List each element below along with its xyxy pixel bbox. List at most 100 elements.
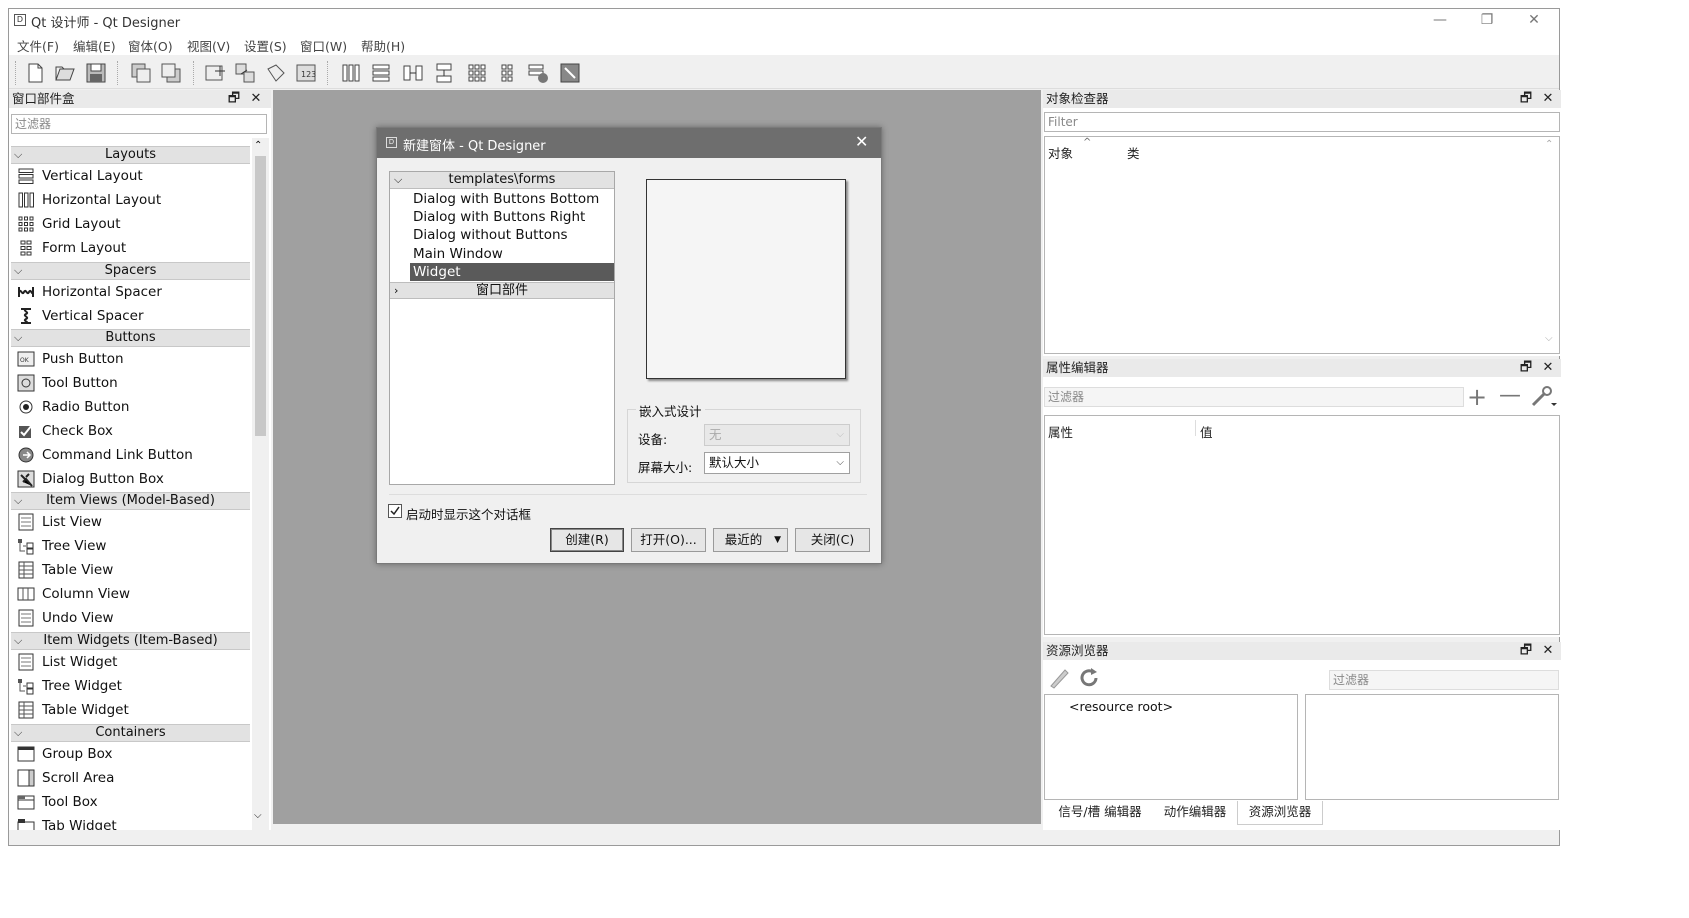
edit-buddies-icon[interactable] <box>264 61 288 85</box>
resource-tree[interactable]: <resource root> <box>1044 694 1298 800</box>
widget-tree-widget[interactable]: Tree Widget <box>11 674 250 698</box>
tab-signal-slot-editor[interactable]: 信号/槽 编辑器 <box>1047 801 1153 825</box>
category-containers[interactable]: ⌵ Containers <box>11 724 250 742</box>
close-button[interactable]: 关闭(C) <box>795 528 870 552</box>
widget-table-widget[interactable]: Table Widget <box>11 698 250 722</box>
send-to-back-icon[interactable] <box>129 61 153 85</box>
category-spacers[interactable]: ⌵ Spacers <box>11 262 250 280</box>
tab-action-editor[interactable]: 动作编辑器 <box>1153 801 1237 825</box>
menu-form[interactable]: 窗体(O) <box>128 36 173 55</box>
object-tree[interactable]: 对象 ^ 类 ⌃ ⌵ <box>1044 136 1560 354</box>
remove-property-icon[interactable]: — <box>1499 385 1525 409</box>
resource-root-item[interactable]: <resource root> <box>1069 699 1173 714</box>
widget-vertical-spacer[interactable]: Vertical Spacer <box>11 304 250 328</box>
column-value[interactable]: 值 <box>1200 422 1213 441</box>
reload-icon[interactable] <box>1077 666 1103 690</box>
bring-to-front-icon[interactable] <box>159 61 183 85</box>
scroll-up-icon[interactable]: ⌃ <box>254 140 262 151</box>
widget-radio-button[interactable]: Radio Button <box>11 395 250 419</box>
layout-form-icon[interactable] <box>496 61 520 85</box>
screen-size-select[interactable]: 默认大小 ⌵ <box>704 452 850 474</box>
resource-file-list[interactable] <box>1305 694 1559 800</box>
save-file-icon[interactable] <box>84 61 108 85</box>
widget-column-view[interactable]: Column View <box>11 582 250 606</box>
widget-form-layout[interactable]: Form Layout <box>11 236 250 260</box>
close-window-button[interactable]: ✕ <box>1519 11 1549 29</box>
recent-button[interactable]: 最近的 ▼ <box>713 528 788 552</box>
widget-push-button[interactable]: OK Push Button <box>11 347 250 371</box>
widget-command-link-button[interactable]: Command Link Button <box>11 443 250 467</box>
edit-signals-icon[interactable] <box>233 61 257 85</box>
close-dock-icon[interactable]: ✕ <box>1540 359 1556 377</box>
close-dock-icon[interactable]: ✕ <box>248 90 264 108</box>
widget-tab-widget[interactable]: Tab Widget <box>11 814 250 830</box>
scroll-up-icon[interactable]: ⌃ <box>1545 139 1553 150</box>
configure-wrench-icon[interactable] <box>1529 385 1557 409</box>
menu-file[interactable]: 文件(F) <box>17 36 59 55</box>
break-layout-icon[interactable] <box>526 61 550 85</box>
widget-filter-input[interactable]: 过滤器 <box>11 114 267 134</box>
open-file-icon[interactable] <box>53 61 77 85</box>
close-dock-icon[interactable]: ✕ <box>1540 90 1556 108</box>
template-dialog-without-buttons[interactable]: Dialog without Buttons <box>410 226 614 244</box>
widget-list-widget[interactable]: List Widget <box>11 650 250 674</box>
close-dock-icon[interactable]: ✕ <box>1540 642 1556 660</box>
menu-help[interactable]: 帮助(H) <box>361 36 405 55</box>
float-dock-icon[interactable]: 🗗 <box>1518 642 1534 660</box>
layout-grid-icon[interactable] <box>465 61 489 85</box>
new-file-icon[interactable] <box>23 61 47 85</box>
widget-table-view[interactable]: Table View <box>11 558 250 582</box>
menu-settings[interactable]: 设置(S) <box>244 36 287 55</box>
widget-horizontal-layout[interactable]: Horizontal Layout <box>11 188 250 212</box>
object-filter-input[interactable]: Filter <box>1044 112 1560 132</box>
widget-grid-layout[interactable]: Grid Layout <box>11 212 250 236</box>
scroll-down-icon[interactable]: ⌵ <box>254 810 262 821</box>
column-property[interactable]: 属性 <box>1048 422 1073 441</box>
template-main-window[interactable]: Main Window <box>410 245 614 263</box>
category-buttons[interactable]: ⌵ Buttons <box>11 329 250 347</box>
menu-window[interactable]: 窗口(W) <box>300 36 347 55</box>
column-class[interactable]: 类 <box>1127 143 1140 162</box>
scrollbar-thumb[interactable] <box>255 156 266 436</box>
layout-vertically-icon[interactable] <box>369 61 393 85</box>
show-on-startup-label[interactable]: 启动时显示这个对话框 <box>406 504 531 523</box>
widget-undo-view[interactable]: Undo View <box>11 606 250 630</box>
category-item-views[interactable]: ⌵ Item Views (Model-Based) <box>11 492 250 510</box>
property-filter-input[interactable]: 过滤器 <box>1044 387 1464 407</box>
create-button[interactable]: 创建(R) <box>550 528 624 552</box>
widget-vertical-layout[interactable]: Vertical Layout <box>11 164 250 188</box>
dialog-close-icon[interactable]: ✕ <box>855 132 868 151</box>
restore-button[interactable]: ❐ <box>1472 11 1502 29</box>
widget-check-box[interactable]: Check Box <box>11 419 250 443</box>
templates-forms-header[interactable]: ⌵ templates\forms <box>390 172 614 189</box>
resource-filter-input[interactable]: 过滤器 <box>1329 670 1559 690</box>
widget-list-view[interactable]: List View <box>11 510 250 534</box>
float-dock-icon[interactable]: 🗗 <box>1518 359 1534 377</box>
add-property-icon[interactable]: + <box>1467 385 1493 409</box>
category-item-widgets[interactable]: ⌵ Item Widgets (Item-Based) <box>11 632 250 650</box>
show-on-startup-checkbox[interactable] <box>388 504 402 518</box>
template-widget[interactable]: Widget <box>410 263 614 281</box>
column-object[interactable]: 对象 <box>1048 143 1073 162</box>
float-dock-icon[interactable]: 🗗 <box>226 90 242 108</box>
widget-tool-box[interactable]: Tool Box <box>11 790 250 814</box>
widget-dialog-button-box[interactable]: Dialog Button Box <box>11 467 250 491</box>
template-dialog-buttons-right[interactable]: Dialog with Buttons Right <box>410 208 614 226</box>
edit-tab-order-icon[interactable]: 123 <box>294 61 318 85</box>
widget-list-scrollbar[interactable]: ⌃ ⌵ <box>252 138 269 830</box>
float-dock-icon[interactable]: 🗗 <box>1518 90 1534 108</box>
menu-edit[interactable]: 编辑(E) <box>73 36 116 55</box>
layout-splitter-v-icon[interactable] <box>432 61 456 85</box>
widget-scroll-area[interactable]: Scroll Area <box>11 766 250 790</box>
menu-view[interactable]: 视图(V) <box>187 36 230 55</box>
widgets-header[interactable]: › 窗口部件 <box>390 282 614 299</box>
tab-resource-browser[interactable]: 资源浏览器 <box>1237 801 1323 825</box>
widget-horizontal-spacer[interactable]: Horizontal Spacer <box>11 280 250 304</box>
category-layouts[interactable]: ⌵ Layouts <box>11 146 250 164</box>
scroll-down-icon[interactable]: ⌵ <box>1545 333 1553 344</box>
adjust-size-icon[interactable] <box>558 61 582 85</box>
edit-resources-icon[interactable] <box>1047 666 1073 690</box>
widget-group-box[interactable]: Group Box <box>11 742 250 766</box>
widget-tool-button[interactable]: Tool Button <box>11 371 250 395</box>
layout-horizontally-icon[interactable] <box>339 61 363 85</box>
